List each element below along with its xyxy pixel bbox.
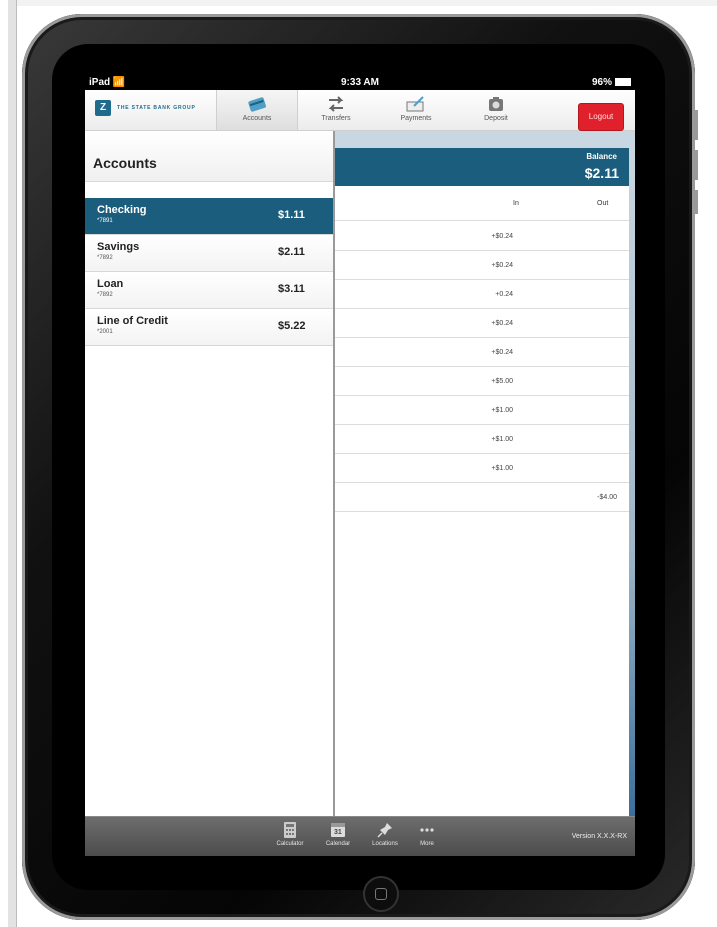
tab-payments-label: Payments — [400, 115, 432, 122]
tab-accounts[interactable]: Accounts — [216, 90, 298, 130]
more-dots-icon — [420, 828, 434, 832]
tx-out: -$4.00 — [597, 494, 617, 501]
tx-in: +$1.00 — [491, 407, 513, 414]
balance-label: Balance — [586, 152, 617, 161]
transactions-table-header: In Out — [335, 186, 629, 221]
table-row[interactable]: +$1.00 — [335, 395, 629, 425]
tab-transfers[interactable]: Transfers — [296, 90, 376, 130]
pushpin-icon — [377, 823, 392, 838]
account-number: *7892 — [97, 292, 113, 298]
logo-mark-icon: Z — [95, 100, 111, 116]
table-row[interactable]: +$0.24 — [335, 308, 629, 338]
table-row[interactable]: +$1.00 — [335, 453, 629, 483]
account-name: Line of Credit — [97, 315, 168, 327]
accounts-title: Accounts — [93, 155, 157, 171]
column-out-header: Out — [597, 200, 609, 207]
volume-button — [694, 110, 698, 140]
more-button[interactable]: More — [407, 821, 447, 847]
battery-icon — [615, 78, 631, 87]
account-balance: $2.11 — [278, 246, 305, 258]
battery-indicator: 96% — [592, 77, 631, 88]
frame-top — [8, 0, 717, 6]
app-screen: iPad 📶 9:33 AM 96% Z THE STATE BANK GROU… — [85, 76, 635, 856]
volume-button — [694, 150, 698, 180]
table-row[interactable]: +$1.00 — [335, 424, 629, 454]
calculator-icon — [284, 822, 296, 838]
tab-deposit[interactable]: Deposit — [456, 90, 536, 130]
accounts-header: Accounts — [85, 131, 333, 182]
calendar-label: Calendar — [325, 841, 351, 847]
tx-in: +$1.00 — [491, 436, 513, 443]
tx-in: +0.24 — [495, 291, 513, 298]
status-bar: iPad 📶 9:33 AM 96% — [85, 76, 635, 90]
account-balance: $5.22 — [278, 320, 306, 332]
tx-in: +$0.24 — [491, 233, 513, 240]
account-name: Checking — [97, 204, 147, 216]
transfer-arrows-icon — [328, 96, 344, 112]
transactions-panel: Balance $2.11 In Out +$0.24 +$0.24 +0.24… — [335, 148, 629, 818]
mute-switch — [694, 190, 698, 214]
bottom-toolbar: Calculator Calendar 31 Locations More Ve… — [85, 816, 635, 856]
logo-text: THE STATE BANK GROUP — [117, 105, 196, 111]
account-row-line-of-credit[interactable]: Line of Credit *2001 $5.22 — [85, 309, 333, 346]
logout-button[interactable]: Logout — [578, 103, 624, 131]
version-label: Version X.X.X-RX — [571, 833, 627, 840]
camera-icon — [489, 97, 503, 111]
tx-in: +$1.00 — [491, 465, 513, 472]
balance-value: $2.11 — [584, 165, 619, 181]
bank-logo: Z THE STATE BANK GROUP — [95, 100, 196, 116]
account-name: Loan — [97, 278, 124, 290]
tx-in: +$0.24 — [491, 349, 513, 356]
locations-button[interactable]: Locations — [365, 821, 405, 847]
calculator-button[interactable]: Calculator — [270, 821, 310, 847]
locations-label: Locations — [372, 841, 398, 847]
accounts-panel: Accounts Checking *7891 $1.11 Savings *7… — [85, 131, 335, 816]
table-row[interactable]: -$4.00 — [335, 482, 629, 512]
balance-header: Balance $2.11 — [335, 148, 629, 186]
table-row[interactable]: +$0.24 — [335, 337, 629, 367]
table-row[interactable]: +$0.24 — [335, 221, 629, 251]
check-pen-icon — [406, 96, 424, 112]
top-navigation: Z THE STATE BANK GROUP Accounts Transfer… — [85, 90, 635, 131]
tab-payments[interactable]: Payments — [376, 90, 456, 130]
table-row[interactable]: +$5.00 — [335, 366, 629, 396]
clock: 9:33 AM — [341, 77, 379, 88]
account-row-loan[interactable]: Loan *7892 $3.11 — [85, 272, 333, 309]
account-number: *2001 — [97, 329, 113, 335]
tab-transfers-label: Transfers — [321, 115, 351, 122]
tx-in: +$5.00 — [491, 378, 513, 385]
tab-accounts-label: Accounts — [242, 115, 272, 122]
calendar-day: 31 — [334, 829, 342, 836]
account-balance: $3.11 — [278, 283, 305, 295]
account-name: Savings — [97, 241, 140, 253]
table-row[interactable]: +$0.24 — [335, 250, 629, 280]
account-number: *7891 — [97, 218, 113, 224]
account-balance: $1.11 — [278, 209, 305, 221]
home-button[interactable] — [363, 876, 399, 912]
calculator-label: Calculator — [276, 841, 304, 847]
tx-in: +$0.24 — [491, 262, 513, 269]
frame-border — [8, 0, 17, 927]
column-in-header: In — [513, 200, 519, 207]
account-row-savings[interactable]: Savings *7892 $2.11 — [85, 235, 333, 272]
account-row-checking[interactable]: Checking *7891 $1.11 — [85, 198, 333, 235]
tx-in: +$0.24 — [491, 320, 513, 327]
tab-deposit-label: Deposit — [484, 115, 508, 122]
more-label: More — [420, 841, 434, 847]
home-square-icon — [375, 888, 387, 900]
background-wallpaper — [629, 148, 635, 818]
power-button — [590, 14, 618, 17]
table-row[interactable]: +0.24 — [335, 279, 629, 309]
account-number: *7892 — [97, 255, 113, 261]
card-icon — [248, 97, 266, 112]
